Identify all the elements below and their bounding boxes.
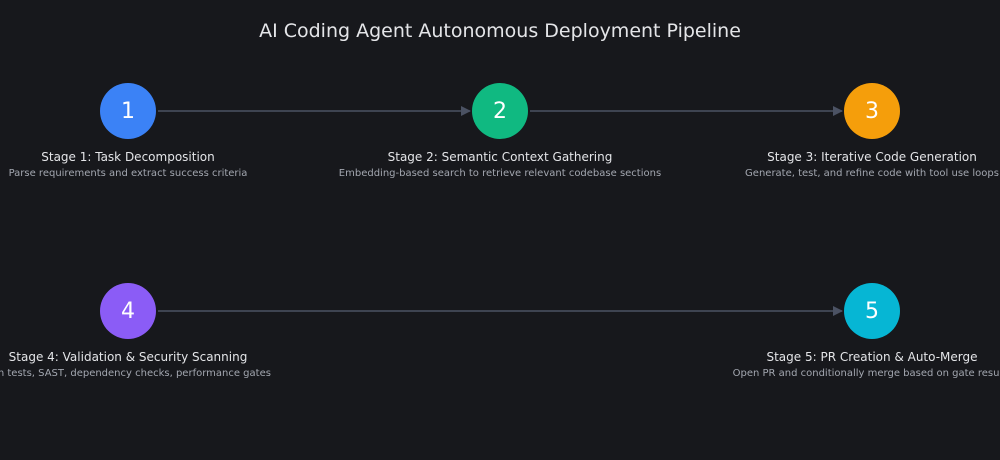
stage-5-description: Open PR and conditionally merge based on… bbox=[732, 368, 1000, 379]
stage-1-label: Stage 1: Task Decomposition bbox=[41, 150, 215, 164]
stage-1-node: 1 bbox=[100, 83, 156, 139]
stage-3-number: 3 bbox=[865, 98, 879, 124]
stage-3-node: 3 bbox=[844, 83, 900, 139]
stage-3-label: Stage 3: Iterative Code Generation bbox=[767, 150, 977, 164]
stage-4-node: 4 bbox=[100, 283, 156, 339]
stage-2-node: 2 bbox=[472, 83, 528, 139]
stage-2-label: Stage 2: Semantic Context Gathering bbox=[387, 150, 613, 164]
stage-1-description: Parse requirements and extract success c… bbox=[8, 168, 248, 179]
connector-layer bbox=[158, 106, 843, 316]
stage-5-node: 5 bbox=[844, 283, 900, 339]
stage-3-description: Generate, test, and refine code with too… bbox=[745, 168, 999, 179]
stage-4-description: Run tests, SAST, dependency checks, perf… bbox=[0, 368, 271, 379]
stage-2-description: Embedding-based search to retrieve relev… bbox=[338, 168, 662, 179]
stage-1-number: 1 bbox=[121, 98, 135, 124]
stage-2-number: 2 bbox=[493, 98, 507, 124]
stage-5-label: Stage 5: PR Creation & Auto-Merge bbox=[766, 350, 978, 364]
stage-5-number: 5 bbox=[865, 298, 879, 324]
stage-4-label: Stage 4: Validation & Security Scanning bbox=[8, 350, 248, 364]
stage-4-number: 4 bbox=[121, 298, 135, 324]
